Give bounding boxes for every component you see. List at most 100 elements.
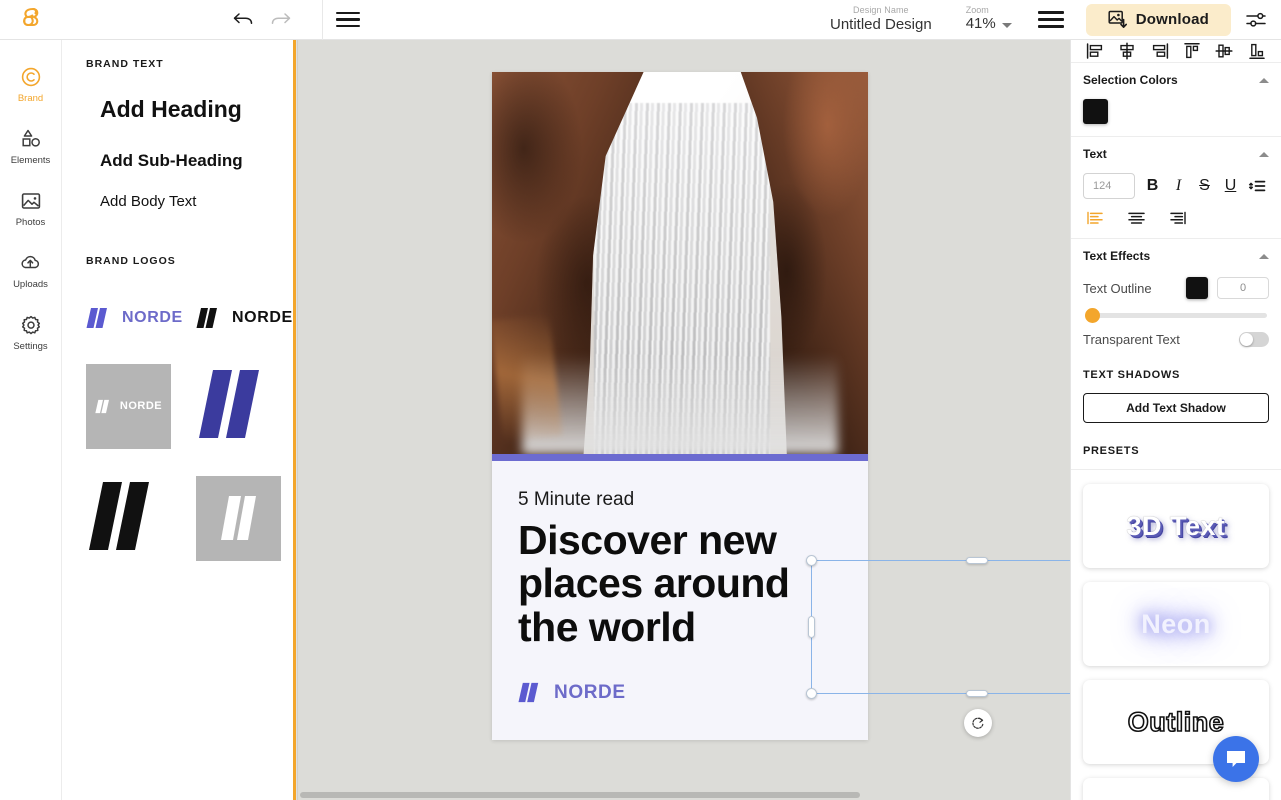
redo-icon[interactable] — [270, 11, 292, 29]
norde-mark-icon — [95, 397, 113, 416]
waterfall-photo[interactable] — [492, 72, 868, 454]
chevron-up-icon[interactable] — [1259, 152, 1269, 157]
transparent-text-label: Transparent Text — [1083, 332, 1180, 347]
resize-handle-bottom[interactable] — [966, 690, 988, 697]
brand-logo-word: NORDE — [122, 309, 183, 327]
canvas-area[interactable]: 5 Minute read Discover new places around… — [297, 40, 1070, 800]
download-label: Download — [1136, 11, 1209, 28]
brand-logo-item[interactable] — [196, 469, 297, 567]
text-align-left-icon[interactable] — [1086, 210, 1105, 226]
brand-logo-item[interactable]: NORDE — [196, 293, 297, 343]
text-outline-slider-knob[interactable] — [1085, 308, 1100, 323]
italic-button[interactable]: I — [1170, 177, 1187, 195]
align-middle-vertical-icon[interactable] — [1213, 40, 1235, 62]
photo-icon — [20, 190, 42, 212]
align-right-icon[interactable] — [1149, 40, 1171, 62]
preset-label: Outline — [1128, 707, 1225, 738]
hamburger-menu-icon — [336, 12, 360, 28]
preset-neon[interactable]: Neon — [1083, 582, 1269, 666]
headline-text[interactable]: Discover new places around the world — [518, 519, 842, 649]
kicker-text[interactable]: 5 Minute read — [518, 489, 842, 511]
design-name-field[interactable]: Design Name Untitled Design — [830, 6, 932, 33]
design-name-value: Untitled Design — [830, 17, 932, 34]
sidebar-item-elements[interactable]: Elements — [0, 116, 61, 178]
brand-logo-item[interactable] — [196, 357, 297, 455]
mist-region — [522, 355, 838, 454]
add-body-text-item[interactable]: Add Body Text — [100, 193, 296, 210]
selection-color-swatch[interactable] — [1083, 99, 1108, 124]
sidebar-item-brand[interactable]: Brand — [0, 54, 61, 116]
sidebar-item-label: Uploads — [13, 279, 48, 290]
align-center-horizontal-icon[interactable] — [1116, 40, 1138, 62]
gear-icon — [20, 314, 42, 336]
sidebar-item-label: Photos — [16, 217, 46, 228]
norde-mark-icon — [86, 304, 113, 332]
download-button[interactable]: Download — [1086, 4, 1231, 36]
selection-colors-section: Selection Colors — [1071, 63, 1281, 137]
sidebar-item-photos[interactable]: Photos — [0, 178, 61, 240]
tile-content: NORDE — [95, 397, 162, 416]
align-left-icon[interactable] — [1084, 40, 1106, 62]
brand-logo-item[interactable]: NORDE — [86, 293, 196, 343]
resize-handle-top[interactable] — [966, 557, 988, 564]
bold-button[interactable]: B — [1144, 177, 1161, 195]
text-shadows-title: TEXT SHADOWS — [1083, 369, 1269, 381]
underline-button[interactable]: U — [1222, 177, 1239, 195]
transparent-text-toggle[interactable] — [1239, 332, 1269, 347]
text-outline-value-input[interactable] — [1217, 277, 1269, 299]
sliders-icon[interactable] — [1245, 10, 1267, 29]
brand-logo-item[interactable] — [86, 469, 196, 567]
preset-label: 3D Text — [1126, 511, 1225, 542]
text-outline-row: Text Outline — [1083, 277, 1269, 299]
presets-title: PRESETS — [1083, 445, 1269, 457]
strikethrough-button[interactable]: S — [1196, 177, 1213, 195]
chevron-up-icon[interactable] — [1259, 78, 1269, 83]
font-size-input[interactable] — [1083, 173, 1135, 199]
left-menu-button[interactable] — [322, 0, 372, 40]
align-top-icon[interactable] — [1181, 40, 1203, 62]
rotate-handle-button[interactable] — [964, 709, 992, 737]
rainbow-region — [492, 314, 562, 442]
text-section-header[interactable]: Text — [1083, 147, 1269, 161]
app-body: Brand Elements Photos — [0, 40, 1281, 800]
chevron-up-icon[interactable] — [1259, 254, 1269, 259]
line-spacing-icon[interactable] — [1248, 178, 1266, 194]
text-effects-header[interactable]: Text Effects — [1083, 249, 1269, 263]
accent-bar — [492, 454, 868, 461]
image-download-icon — [1108, 10, 1127, 29]
text-outline-slider[interactable] — [1085, 313, 1267, 318]
chat-support-button[interactable] — [1213, 736, 1259, 782]
text-align-center-icon[interactable] — [1127, 210, 1146, 226]
text-outline-color-swatch[interactable] — [1186, 277, 1208, 299]
page-brand-lockup[interactable]: NORDE — [518, 679, 626, 706]
zoom-control[interactable]: Zoom 41% — [966, 6, 1012, 32]
text-outline-label: Text Outline — [1083, 281, 1152, 296]
selection-colors-title: Selection Colors — [1083, 73, 1178, 87]
norde-mark-icon — [196, 304, 223, 332]
undo-icon[interactable] — [232, 11, 254, 29]
text-align-right-icon[interactable] — [1168, 210, 1187, 226]
add-subheading-item[interactable]: Add Sub-Heading — [100, 151, 296, 171]
alignment-toolbar — [1071, 40, 1281, 63]
canvas-horizontal-scrollbar[interactable] — [298, 791, 1070, 800]
main-menu-button[interactable] — [1038, 11, 1064, 28]
add-text-shadow-button[interactable]: Add Text Shadow — [1083, 393, 1269, 423]
chat-bubble-icon — [1224, 748, 1248, 770]
norde-mark-large-purple-icon — [196, 366, 262, 446]
brand-panel: BRAND TEXT Add Heading Add Sub-Heading A… — [62, 40, 297, 800]
app-logo[interactable] — [0, 7, 62, 33]
sidebar-item-settings[interactable]: Settings — [0, 302, 61, 364]
norde-mark-white-on-grey-tile — [196, 476, 281, 561]
add-heading-item[interactable]: Add Heading — [100, 96, 296, 123]
brand-logo-grid: NORDE NORDE — [86, 293, 296, 567]
sidebar-item-uploads[interactable]: Uploads — [0, 240, 61, 302]
selection-colors-header[interactable]: Selection Colors — [1083, 73, 1269, 87]
text-effects-title: Text Effects — [1083, 249, 1150, 263]
chevron-down-icon[interactable] — [1002, 23, 1012, 28]
design-page[interactable]: 5 Minute read Discover new places around… — [492, 72, 868, 740]
brand-logo-icon — [19, 7, 43, 33]
preset-3d-text[interactable]: 3D Text — [1083, 484, 1269, 568]
brand-logo-item[interactable]: NORDE — [86, 357, 196, 455]
zoom-readout: Zoom 41% — [966, 6, 996, 32]
align-bottom-icon[interactable] — [1246, 40, 1268, 62]
